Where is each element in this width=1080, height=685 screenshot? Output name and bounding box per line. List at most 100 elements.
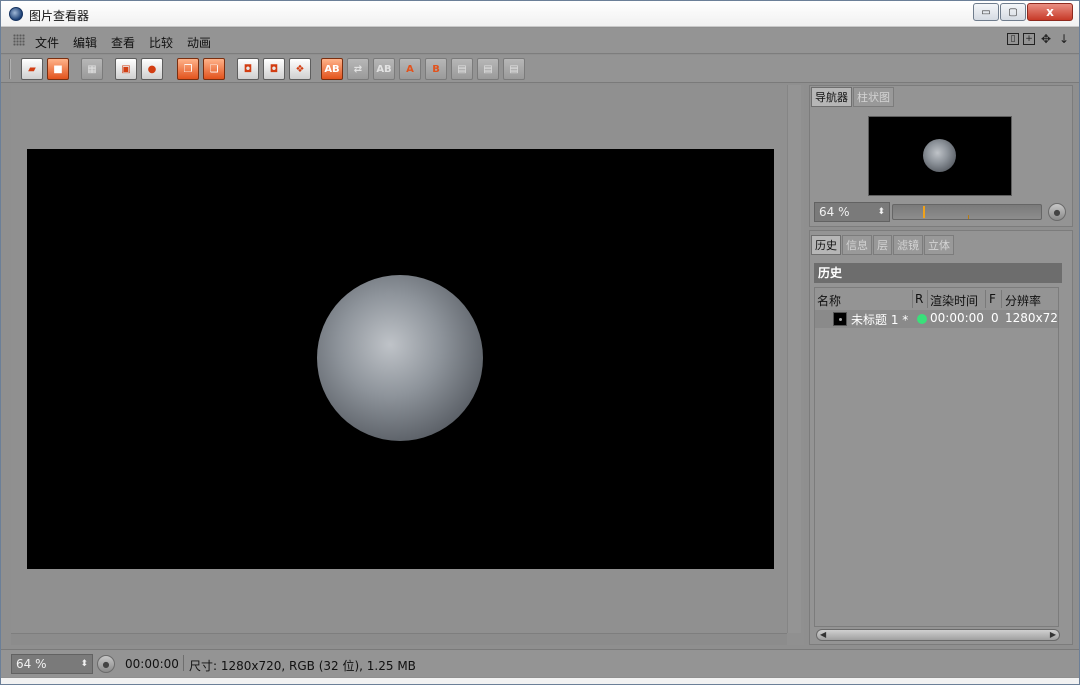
navigator-zoom-slider[interactable] xyxy=(892,204,1042,220)
swap-ab-button[interactable]: ⇄ xyxy=(347,58,369,80)
status-zoom-value: 64 % xyxy=(16,657,47,671)
save-image-button[interactable]: ■ xyxy=(47,58,69,80)
image-info: 尺寸: 1280x720, RGB (32 位), 1.25 MB xyxy=(189,659,416,673)
tab-filters[interactable]: 滤镜 xyxy=(893,235,923,255)
dot-icon: ● xyxy=(102,659,110,669)
toolbar-separator xyxy=(9,59,11,79)
filter-icon: ▤ xyxy=(457,63,467,75)
history-panel: 历史 信息 层 滤镜 立体 历史 名称 R 渲染时间 F 分辨率 未标题 1 *… xyxy=(809,230,1073,645)
tab-stereo[interactable]: 立体 xyxy=(924,235,954,255)
filter-1-button[interactable]: ▤ xyxy=(451,58,473,80)
channel-icon: ◘ xyxy=(243,63,253,75)
maximize-button[interactable]: ▢ xyxy=(1000,3,1026,21)
column-divider xyxy=(985,290,986,308)
zoom-slider-handle[interactable] xyxy=(923,206,925,218)
tab-histogram[interactable]: 柱状图 xyxy=(853,87,894,107)
open-image-button[interactable]: ▰ xyxy=(21,58,43,80)
show-channels-button[interactable]: ❖ xyxy=(289,58,311,80)
toolbar: ▰ ■ ▦ ▣ ● ❐ ❏ ◘ ◘ ❖ AB ⇄ AB A B ▤ ▤ ▤ xyxy=(1,55,1079,83)
viewport-horizontal-scrollbar[interactable] xyxy=(11,633,787,645)
spinner-icon[interactable]: ⬍ xyxy=(877,203,885,221)
image-viewport[interactable] xyxy=(11,85,804,645)
scroll-right-icon[interactable]: ▶ xyxy=(1050,630,1056,640)
set-b-button[interactable]: B xyxy=(425,58,447,80)
column-header-r[interactable]: R xyxy=(915,292,923,306)
column-divider xyxy=(912,290,913,308)
navigator-panel: 导航器 柱状图 64 % ⬍ ● xyxy=(809,85,1073,227)
window-controls: ▭ ▢ x xyxy=(972,3,1073,21)
viewport-vertical-scrollbar[interactable] xyxy=(787,85,801,633)
close-button[interactable]: x xyxy=(1027,3,1073,21)
render-to-viewer-button[interactable]: ● xyxy=(141,58,163,80)
arrow-down-icon[interactable]: ↓ xyxy=(1057,33,1071,45)
column-header-resolution[interactable]: 分辨率 xyxy=(1005,292,1041,309)
tab-info[interactable]: 信息 xyxy=(842,235,872,255)
navigator-sphere-preview xyxy=(923,139,956,172)
set-a-icon: A xyxy=(406,63,414,75)
status-time: 00:00:00 xyxy=(125,657,179,671)
render-time: 00:00:00 xyxy=(930,311,984,325)
navigator-zoom-options-button[interactable]: ● xyxy=(1048,203,1066,221)
grid-button[interactable]: ▦ xyxy=(81,58,103,80)
menu-view[interactable]: 查看 xyxy=(111,34,135,51)
compare-ab-button[interactable]: AB xyxy=(321,58,343,80)
paste-icon: ❏ xyxy=(209,63,219,75)
zoom-slider-mark xyxy=(968,215,969,219)
paste-button[interactable]: ❏ xyxy=(203,58,225,80)
status-dot-icon xyxy=(917,314,927,324)
menu-compare[interactable]: 比较 xyxy=(149,34,173,51)
rendered-image[interactable] xyxy=(27,149,774,569)
scroll-left-icon[interactable]: ◀ xyxy=(820,630,826,640)
copy-button[interactable]: ❐ xyxy=(177,58,199,80)
picture-viewer-window: 图片查看器 ▭ ▢ x 文件 编辑 查看 比较 动画 ▯ + ✥ ↓ ▰ ■ ▦… xyxy=(0,0,1080,685)
ab-split-button[interactable]: AB xyxy=(373,58,395,80)
navigator-zoom-field[interactable]: 64 % ⬍ xyxy=(814,202,890,222)
save-icon: ■ xyxy=(53,63,63,75)
render-frame: 0 xyxy=(991,311,999,325)
spinner-icon[interactable]: ⬍ xyxy=(80,655,88,673)
status-bar: 64 % ⬍ ● 00:00:00 尺寸: 1280x720, RGB (32 … xyxy=(1,649,1079,677)
sphere-render xyxy=(317,275,483,441)
menu-bar: 文件 编辑 查看 比较 动画 ▯ + ✥ ↓ xyxy=(1,28,1079,54)
column-header-name[interactable]: 名称 xyxy=(817,292,841,309)
render-resolution: 1280x720 xyxy=(1005,311,1058,325)
render-name: 未标题 1 * xyxy=(851,313,909,327)
menu-file[interactable]: 文件 xyxy=(35,34,59,51)
set-a-button[interactable]: A xyxy=(399,58,421,80)
filter-icon: ▤ xyxy=(483,63,493,75)
title-bar[interactable]: 图片查看器 ▭ ▢ x xyxy=(1,1,1079,27)
tab-layers[interactable]: 层 xyxy=(873,235,892,255)
column-divider xyxy=(1001,290,1002,308)
tab-history[interactable]: 历史 xyxy=(811,235,841,255)
show-channel-g-button[interactable]: ◘ xyxy=(263,58,285,80)
layout-add-icon[interactable]: + xyxy=(1023,33,1035,45)
grip-icon[interactable] xyxy=(13,34,25,46)
minimize-button[interactable]: ▭ xyxy=(973,3,999,21)
status-zoom-field[interactable]: 64 % ⬍ xyxy=(11,654,93,674)
menu-edit[interactable]: 编辑 xyxy=(73,34,97,51)
window-bottom-border xyxy=(1,678,1079,684)
filter-3-button[interactable]: ▤ xyxy=(503,58,525,80)
column-header-render-time[interactable]: 渲染时间 xyxy=(930,292,978,309)
move-icon[interactable]: ✥ xyxy=(1039,33,1053,45)
channels-icon: ❖ xyxy=(295,63,305,75)
navigator-thumbnail[interactable] xyxy=(868,116,1012,196)
table-row[interactable]: 未标题 1 * 00:00:00 0 1280x720 xyxy=(815,310,1058,328)
status-zoom-options-button[interactable]: ● xyxy=(97,655,115,673)
dot-icon: ● xyxy=(1053,207,1061,217)
region-render-button[interactable]: ▣ xyxy=(115,58,137,80)
maximize-icon: ▢ xyxy=(1008,6,1018,18)
layout-single-icon[interactable]: ▯ xyxy=(1007,33,1019,45)
region-icon: ▣ xyxy=(121,63,131,75)
grid-icon: ▦ xyxy=(87,63,97,75)
show-channel-r-button[interactable]: ◘ xyxy=(237,58,259,80)
person-icon: ● xyxy=(147,63,157,75)
ab-split-icon: AB xyxy=(376,63,392,75)
folder-open-icon: ▰ xyxy=(28,63,36,75)
copy-icon: ❐ xyxy=(183,63,193,75)
history-horizontal-scrollbar[interactable]: ◀ ▶ xyxy=(816,629,1060,641)
filter-2-button[interactable]: ▤ xyxy=(477,58,499,80)
tab-navigator[interactable]: 导航器 xyxy=(811,87,852,107)
column-header-frame[interactable]: F xyxy=(989,292,996,306)
menu-animation[interactable]: 动画 xyxy=(187,34,211,51)
